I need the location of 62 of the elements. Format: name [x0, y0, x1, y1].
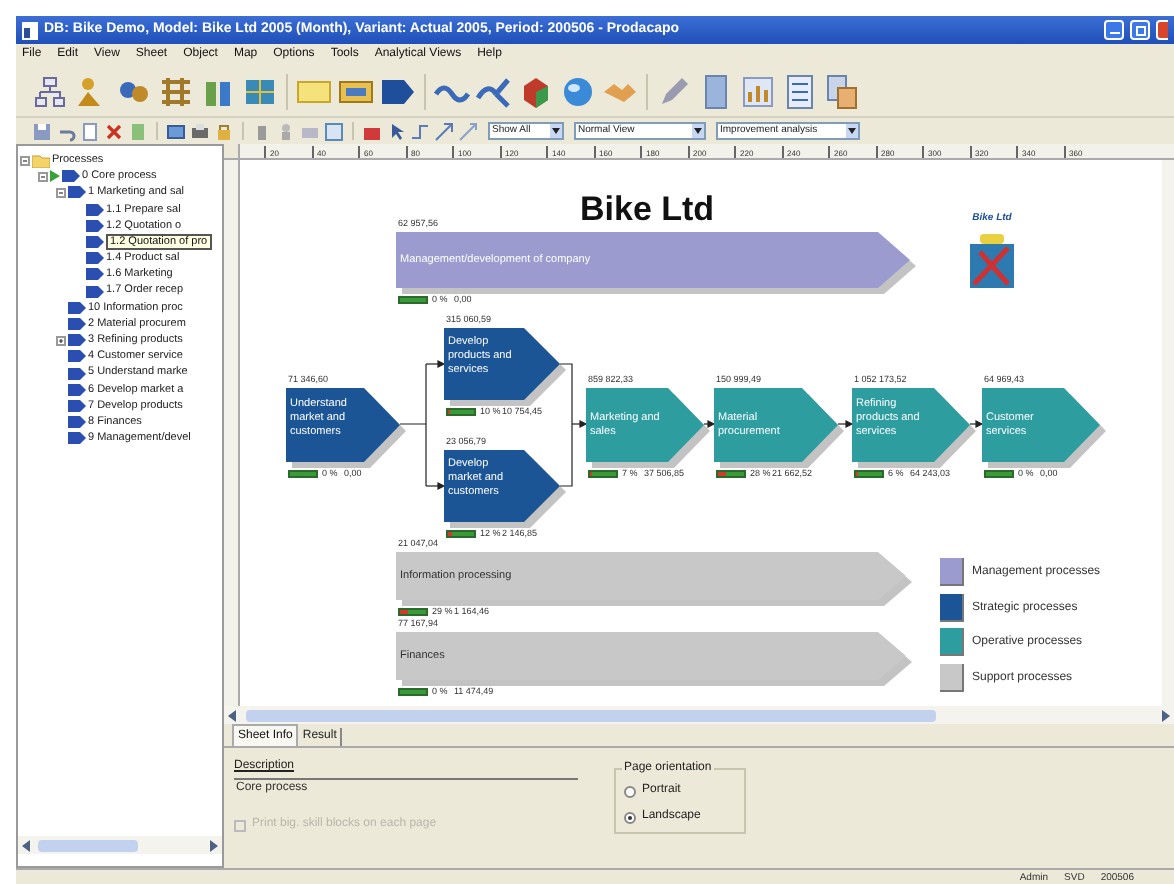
caret-icon: [846, 124, 858, 138]
globe-icon[interactable]: [560, 73, 596, 109]
print-icon[interactable]: [190, 121, 210, 141]
connector-arrow: [559, 363, 588, 487]
pencil-icon[interactable]: [656, 73, 692, 109]
connector-arrow: [703, 420, 716, 428]
collapse-icon[interactable]: [38, 171, 48, 182]
caret-icon: [550, 124, 562, 138]
person-icon[interactable]: [276, 121, 296, 141]
scrollbar-thumb[interactable]: [38, 839, 138, 851]
window-icon[interactable]: [324, 121, 344, 141]
close-button[interactable]: [1156, 20, 1168, 40]
caret-icon: [692, 124, 704, 138]
horizontal-scrollbar[interactable]: [224, 706, 1174, 724]
arrow-icon[interactable]: [434, 121, 454, 141]
branch-icon[interactable]: [476, 73, 512, 109]
process-shape[interactable]: [852, 388, 976, 468]
legend-swatch: [940, 593, 964, 621]
connector-icon[interactable]: [410, 121, 430, 141]
save-icon[interactable]: [32, 121, 52, 141]
play-icon: [50, 170, 60, 183]
maximize-button[interactable]: [1130, 20, 1150, 40]
legend-swatch: [940, 558, 964, 586]
radio-button[interactable]: [624, 811, 636, 823]
process-shape[interactable]: [714, 388, 844, 468]
legend-swatch: [940, 663, 964, 691]
list-icon[interactable]: [782, 73, 818, 109]
minimize-button[interactable]: [1104, 20, 1124, 40]
window-icon[interactable]: [166, 121, 186, 141]
vertical-scrollbar[interactable]: [1162, 160, 1174, 706]
expand-icon[interactable]: [56, 335, 66, 346]
radio-button[interactable]: [624, 785, 636, 797]
cube-icon[interactable]: [518, 73, 554, 109]
process-shape[interactable]: [444, 450, 566, 528]
legend-swatch: [940, 628, 964, 656]
horizontal-scrollbar[interactable]: [18, 836, 222, 854]
new-page-icon[interactable]: [80, 121, 100, 141]
pointer-icon[interactable]: [386, 121, 406, 141]
scrollbar-thumb[interactable]: [246, 709, 936, 721]
diagram-title: Bike Ltd: [580, 188, 715, 232]
scroll-right-icon[interactable]: [208, 839, 218, 851]
process-shape[interactable]: [286, 388, 406, 468]
collapse-icon[interactable]: [56, 187, 66, 198]
delete-icon[interactable]: [104, 121, 124, 141]
folder-icon: [32, 153, 50, 168]
lock-icon[interactable]: [214, 121, 234, 141]
process-shape[interactable]: [586, 388, 710, 468]
connector-arrow: [399, 360, 446, 490]
arrow-icon[interactable]: [458, 121, 478, 141]
scroll-left-icon[interactable]: [228, 709, 238, 721]
collapse-icon[interactable]: [20, 155, 30, 166]
scroll-right-icon[interactable]: [1160, 709, 1170, 721]
app-icon: [22, 21, 38, 39]
process-shape[interactable]: [444, 328, 566, 406]
connector-arrow: [969, 420, 984, 428]
connector-arrow: [837, 420, 854, 428]
bar-chart-icon[interactable]: [740, 73, 776, 109]
trash-icon[interactable]: [252, 121, 272, 141]
process-shape[interactable]: [982, 388, 1106, 468]
hierarchy-icon[interactable]: [32, 73, 68, 109]
table-icon[interactable]: [824, 73, 860, 109]
scroll-left-icon[interactable]: [22, 839, 32, 851]
